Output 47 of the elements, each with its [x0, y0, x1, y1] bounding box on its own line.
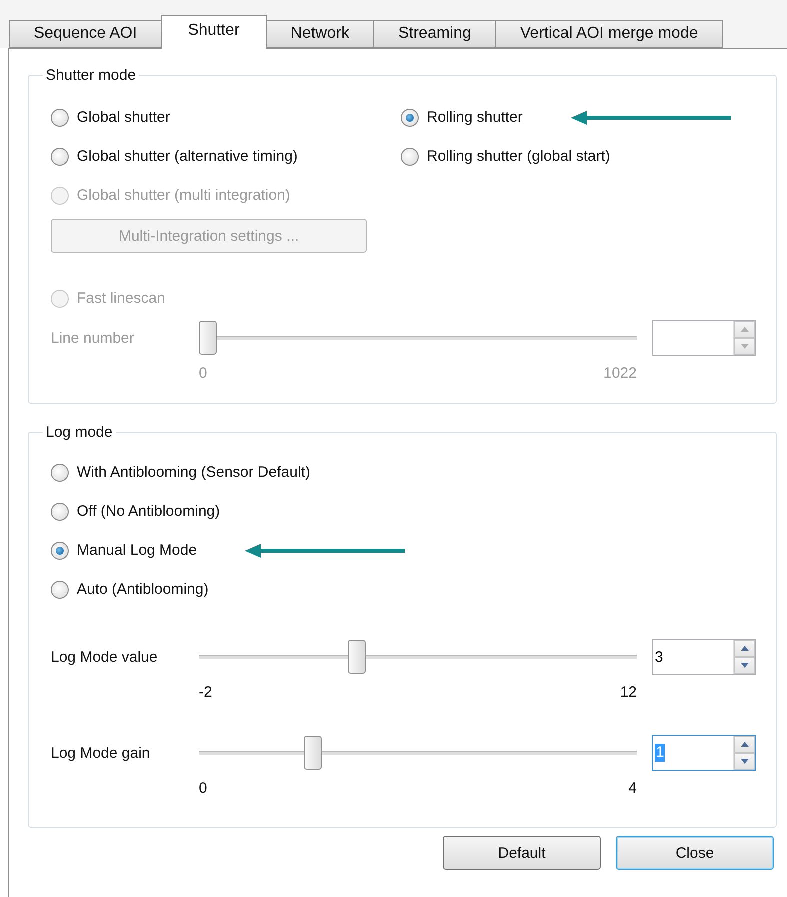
- min-label: 0: [199, 780, 208, 796]
- slider-thumb[interactable]: [304, 736, 322, 770]
- max-label: 4: [628, 780, 637, 796]
- group-title: Shutter mode: [45, 67, 138, 84]
- radio-label: Rolling shutter (global start): [427, 148, 610, 165]
- field-value: 1: [655, 744, 666, 762]
- slider-label: Line number: [51, 330, 136, 346]
- radio-button[interactable]: [51, 464, 69, 482]
- slider-thumb[interactable]: [348, 640, 366, 674]
- radio-label: Manual Log Mode: [77, 542, 198, 559]
- radio-button[interactable]: [51, 148, 69, 166]
- up-icon[interactable]: [740, 742, 748, 747]
- tab[interactable]: Sequence AOI: [9, 20, 162, 48]
- radio-button[interactable]: [51, 580, 69, 598]
- radio-button[interactable]: [51, 542, 69, 560]
- arrow-icon: [570, 110, 731, 124]
- radio-button[interactable]: [401, 148, 419, 166]
- dialog-button[interactable]: Close: [616, 836, 774, 870]
- dialog-button[interactable]: Default: [443, 836, 601, 870]
- spin-field[interactable]: 3: [652, 639, 756, 675]
- radio-label: Global shutter: [77, 109, 170, 126]
- max-label: 12: [620, 684, 637, 700]
- radio-label: Off (No Antiblooming): [77, 503, 220, 520]
- radio-label: Global shutter (alternative timing): [77, 148, 298, 165]
- slider-label: Log Mode value: [51, 648, 159, 666]
- radio-label: Auto (Antiblooming): [77, 581, 209, 598]
- tab[interactable]: Shutter: [161, 15, 267, 49]
- tab[interactable]: Streaming: [373, 20, 496, 48]
- radio-button[interactable]: [51, 502, 69, 520]
- radio-button[interactable]: [401, 108, 419, 126]
- min-label: -2: [199, 684, 212, 700]
- up-icon[interactable]: [740, 646, 748, 651]
- radio-label: Global shutter (multi integration): [77, 187, 290, 204]
- slider-label: Log Mode gain: [51, 744, 152, 762]
- field-value: 3: [653, 640, 733, 674]
- down-icon[interactable]: [740, 759, 748, 764]
- tab[interactable]: Network: [266, 20, 374, 48]
- max-label: 1022: [604, 364, 637, 382]
- group-title: Log mode: [45, 424, 114, 441]
- radio-label: With Antiblooming (Sensor Default): [77, 464, 310, 481]
- min-label: 0: [199, 364, 208, 382]
- radio-button[interactable]: [51, 108, 69, 126]
- tab[interactable]: Vertical AOI merge mode: [495, 20, 724, 48]
- down-icon[interactable]: [740, 663, 748, 668]
- arrow-icon: [245, 544, 406, 558]
- radio-label: Fast linescan: [77, 290, 166, 307]
- radio-label: Rolling shutter: [427, 109, 523, 126]
